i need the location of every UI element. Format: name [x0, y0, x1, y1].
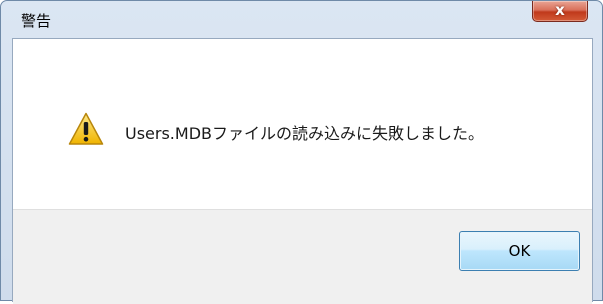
- title-bar[interactable]: 警告 x: [1, 1, 602, 38]
- message-area: Users.MDBファイルの読み込みに失敗しました。: [13, 39, 592, 209]
- close-icon: x: [555, 1, 565, 19]
- warning-icon: [68, 112, 104, 145]
- ok-button[interactable]: OK: [459, 231, 580, 271]
- error-message: Users.MDBファイルの読み込みに失敗しました。: [125, 124, 484, 143]
- dialog-window: 警告 x Users.MDBファイルの読み込みに失敗しました。 OK: [0, 0, 603, 304]
- close-button[interactable]: x: [532, 1, 588, 22]
- dialog-client-area: Users.MDBファイルの読み込みに失敗しました。 OK: [12, 38, 593, 304]
- window-title: 警告: [21, 12, 52, 30]
- button-bar: OK: [13, 209, 592, 304]
